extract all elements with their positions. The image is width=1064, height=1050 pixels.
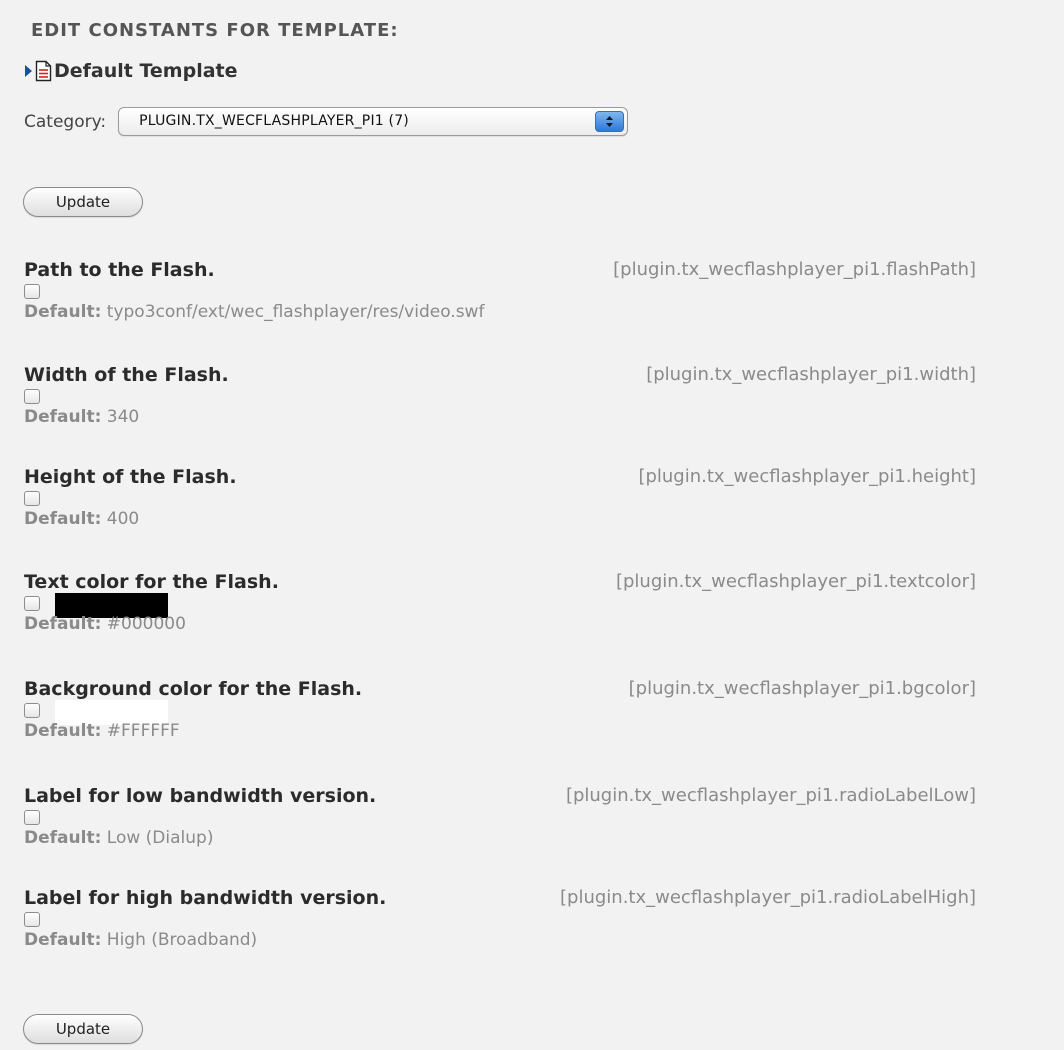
constant-default: Default: 400	[24, 509, 139, 529]
constant-path: [plugin.tx_wecflashplayer_pi1.height]	[638, 466, 976, 487]
constant-path: [plugin.tx_wecflashplayer_pi1.width]	[646, 364, 976, 385]
arrow-right-icon[interactable]	[24, 64, 33, 78]
default-value: 340	[106, 407, 140, 427]
constant-title: Path to the Flash.	[24, 259, 215, 281]
constant-default: Default: Low (Dialup)	[24, 828, 213, 848]
constant-path: [plugin.tx_wecflashplayer_pi1.radioLabel…	[565, 785, 976, 806]
constant-bgcolor: Background color for the Flash. [plugin.…	[24, 678, 976, 758]
update-button-top[interactable]: Update	[23, 187, 143, 217]
constant-width: Width of the Flash. [plugin.tx_wecflashp…	[24, 364, 976, 444]
constant-checkbox[interactable]	[24, 491, 40, 506]
document-icon	[35, 60, 52, 82]
category-selected-value: PLUGIN.TX_WECFLASHPLAYER_PI1 (7)	[139, 113, 409, 129]
constant-default: Default: High (Broadband)	[24, 930, 257, 950]
constant-title: Height of the Flash.	[24, 466, 237, 488]
select-arrows-icon	[595, 111, 625, 132]
constant-checkbox[interactable]	[24, 284, 40, 299]
default-value: High (Broadband)	[106, 930, 258, 950]
default-label: Default:	[24, 302, 102, 322]
default-label: Default:	[24, 930, 102, 950]
constant-height: Height of the Flash. [plugin.tx_wecflash…	[24, 466, 976, 546]
constant-path: [plugin.tx_wecflashplayer_pi1.bgcolor]	[628, 678, 976, 699]
default-label: Default:	[24, 721, 102, 741]
constant-title: Text color for the Flash.	[24, 571, 279, 593]
constant-radio-label-high: Label for high bandwidth version. [plugi…	[24, 887, 976, 967]
template-header: Default Template	[24, 60, 238, 82]
category-row: Category: PLUGIN.TX_WECFLASHPLAYER_PI1 (…	[24, 107, 629, 136]
constant-checkbox[interactable]	[24, 703, 40, 718]
category-select[interactable]: PLUGIN.TX_WECFLASHPLAYER_PI1 (7)	[118, 107, 629, 136]
constant-default: Default: 340	[24, 407, 139, 427]
constant-title: Label for high bandwidth version.	[24, 887, 387, 909]
default-value: Low (Dialup)	[106, 828, 214, 848]
page-heading: EDIT CONSTANTS FOR TEMPLATE:	[31, 20, 399, 41]
default-value: typo3conf/ext/wec_flashplayer/res/video.…	[106, 302, 485, 322]
constant-flash-path: Path to the Flash. [plugin.tx_wecflashpl…	[24, 259, 976, 339]
constant-radio-label-low: Label for low bandwidth version. [plugin…	[24, 785, 976, 865]
default-value: #FFFFFF	[106, 721, 180, 741]
constant-checkbox[interactable]	[24, 912, 40, 927]
default-label: Default:	[24, 614, 102, 634]
constant-checkbox[interactable]	[24, 596, 40, 611]
constant-checkbox[interactable]	[24, 810, 40, 825]
default-value: 400	[106, 509, 140, 529]
constant-default: Default: typo3conf/ext/wec_flashplayer/r…	[24, 302, 484, 322]
constant-default: Default: #000000	[24, 614, 186, 634]
update-button-bottom[interactable]: Update	[23, 1014, 143, 1044]
default-label: Default:	[24, 828, 102, 848]
constant-title: Width of the Flash.	[24, 364, 229, 386]
constant-path: [plugin.tx_wecflashplayer_pi1.radioLabel…	[560, 887, 976, 908]
default-label: Default:	[24, 407, 102, 427]
category-label: Category:	[24, 111, 107, 132]
default-label: Default:	[24, 509, 102, 529]
constant-path: [plugin.tx_wecflashplayer_pi1.textcolor]	[615, 571, 976, 592]
constant-title: Background color for the Flash.	[24, 678, 363, 700]
constant-default: Default: #FFFFFF	[24, 721, 180, 741]
constant-path: [plugin.tx_wecflashplayer_pi1.flashPath]	[613, 259, 976, 280]
template-title[interactable]: Default Template	[54, 60, 238, 82]
constant-title: Label for low bandwidth version.	[24, 785, 377, 807]
constant-checkbox[interactable]	[24, 389, 40, 404]
default-value: #000000	[106, 614, 186, 634]
constant-textcolor: Text color for the Flash. [plugin.tx_wec…	[24, 571, 976, 651]
